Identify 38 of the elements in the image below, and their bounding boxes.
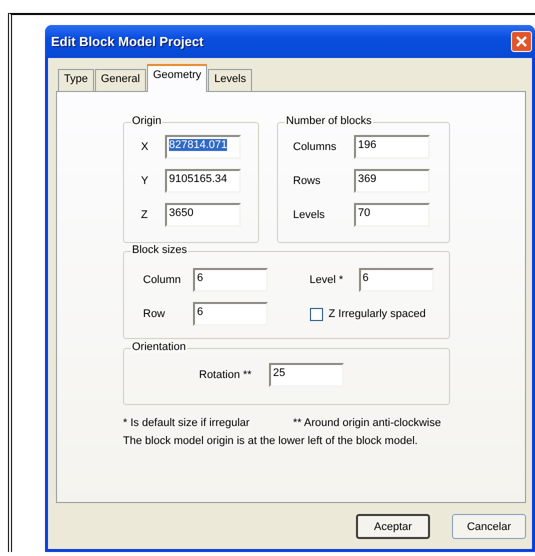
cancel-button[interactable]: Cancelar xyxy=(452,514,526,539)
checkbox[interactable] xyxy=(310,308,322,320)
input-field[interactable]: 6 xyxy=(193,268,268,292)
field-label: Column xyxy=(143,274,182,286)
group-title: Number of blocks xyxy=(285,115,373,127)
input-field[interactable]: 9105165.34 xyxy=(165,169,241,193)
field-label: X xyxy=(141,141,150,153)
group-title: Origin xyxy=(131,115,162,127)
checkbox-label: Z Irregularly spaced xyxy=(328,308,426,320)
ok-button[interactable]: Aceptar xyxy=(356,514,430,539)
tab[interactable]: General xyxy=(94,69,146,91)
field-label: Row xyxy=(143,308,166,320)
close-button[interactable] xyxy=(511,31,532,52)
input-field[interactable]: 6 xyxy=(358,268,434,292)
input-field[interactable]: 3650 xyxy=(165,203,241,227)
tab[interactable]: Geometry xyxy=(147,64,208,92)
window-title: Edit Block Model Project xyxy=(51,34,204,49)
input-field[interactable]: 70 xyxy=(354,203,430,227)
input-field[interactable]: 827814.071 xyxy=(165,135,241,159)
field-label: Y xyxy=(141,175,150,187)
field-label: Level * xyxy=(310,274,344,286)
close-icon xyxy=(515,35,528,48)
input-field[interactable]: 25 xyxy=(269,363,344,387)
tab[interactable]: Levels xyxy=(208,69,252,91)
note-text: ** Around origin anti-clockwise xyxy=(293,417,442,429)
note-text: * Is default size if irregular xyxy=(123,417,251,429)
field-label: Rotation ** xyxy=(199,369,253,381)
field-label: Z xyxy=(141,209,149,221)
field-label: Rows xyxy=(293,175,322,187)
group-title: Block sizes xyxy=(131,244,188,256)
field-label: Columns xyxy=(293,141,338,153)
note-text: The block model origin is at the lower left of the block model. xyxy=(123,435,419,447)
tab[interactable]: Type xyxy=(58,69,94,91)
field-label: Levels xyxy=(293,209,326,221)
group-title: Orientation xyxy=(131,341,187,353)
input-field[interactable]: 369 xyxy=(354,169,430,193)
input-field[interactable]: 6 xyxy=(193,302,268,326)
input-field[interactable]: 196 xyxy=(354,135,430,159)
